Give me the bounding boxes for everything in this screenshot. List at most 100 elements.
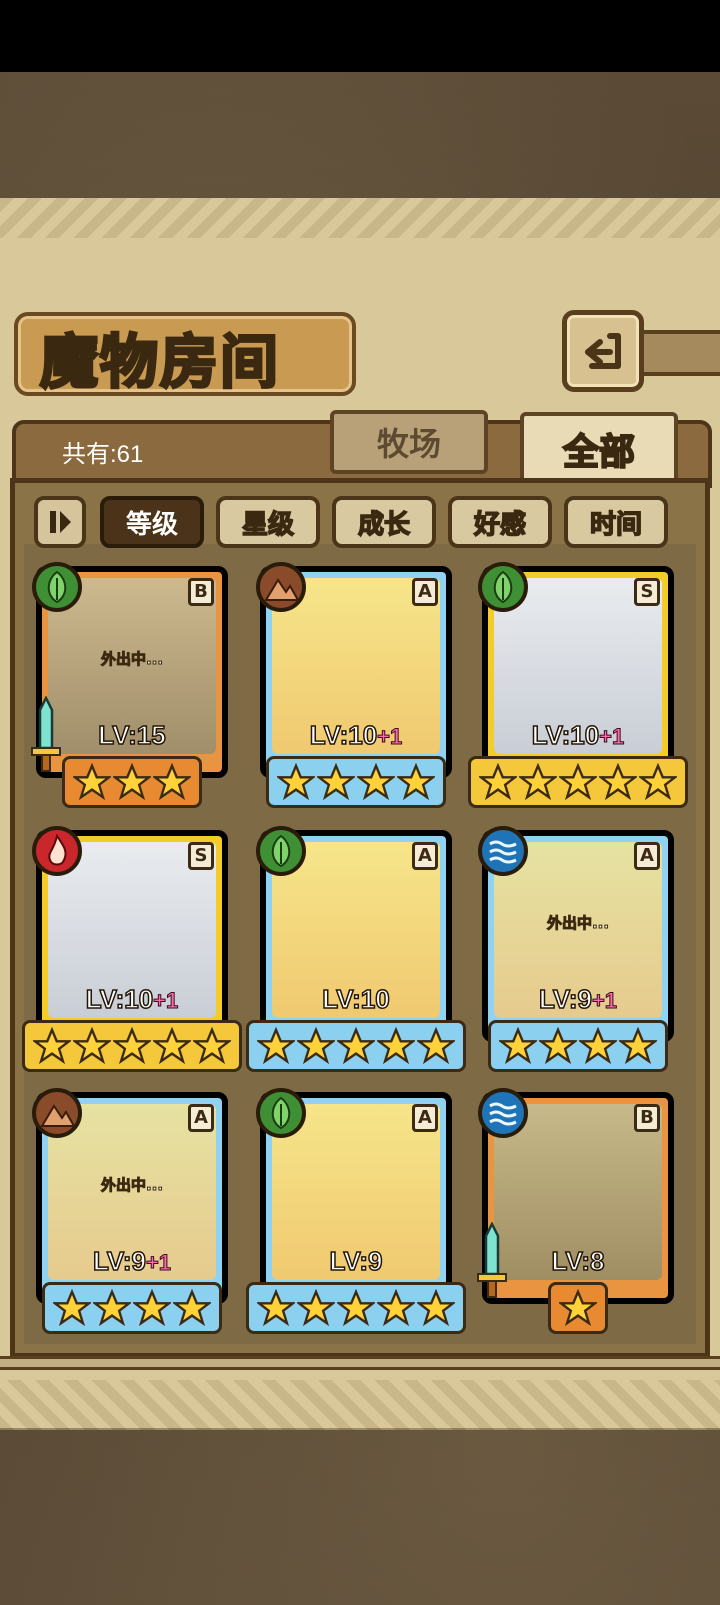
star-icon — [113, 1027, 151, 1065]
star-plate — [246, 1020, 466, 1072]
level-bonus: +1 — [145, 1250, 172, 1276]
away-status: 外出中... — [100, 650, 164, 669]
star-icon — [277, 763, 315, 801]
water-icon — [478, 826, 528, 876]
water-icon — [478, 1088, 528, 1138]
monster-card[interactable]: B LV:8 — [477, 1088, 674, 1338]
rank-badge: A — [412, 1104, 438, 1132]
star-plate — [468, 756, 688, 808]
monster-card[interactable]: B 外出中... LV:15 — [31, 562, 228, 812]
star-icon — [499, 1027, 537, 1065]
star-icon — [133, 1289, 171, 1327]
monster-card[interactable]: A LV:10 — [246, 826, 466, 1076]
back-return-icon — [585, 333, 621, 369]
star-icon — [479, 763, 517, 801]
star-icon — [559, 1289, 597, 1327]
rank-badge: S — [634, 578, 660, 606]
star-icon — [337, 1027, 375, 1065]
star-icon — [377, 1027, 415, 1065]
star-icon — [73, 763, 111, 801]
star-icon — [53, 1289, 91, 1327]
flame-icon — [32, 826, 82, 876]
star-icon — [257, 1289, 295, 1327]
back-button[interactable] — [562, 310, 644, 392]
sort-star-button[interactable]: 星级 — [216, 496, 320, 548]
sort-affection-button[interactable]: 好感 — [448, 496, 552, 548]
level-value: LV:10 — [309, 719, 378, 751]
level-value: LV:9 — [538, 983, 592, 1015]
monster-card[interactable]: A 外出中... LV:9+1 — [32, 1088, 228, 1338]
level-label: LV:10+1 — [482, 719, 674, 751]
star-icon — [599, 763, 637, 801]
monster-card[interactable]: A LV:10+1 — [256, 562, 452, 812]
monster-card[interactable]: S LV:10+1 — [468, 562, 688, 812]
level-value: LV:9 — [329, 1245, 383, 1277]
leaf-icon — [256, 826, 306, 876]
rank-badge: A — [412, 842, 438, 870]
sort-order-toggle[interactable] — [34, 496, 86, 548]
sort-time-button[interactable]: 时间 — [564, 496, 668, 548]
rank-badge: B — [188, 578, 214, 606]
star-icon — [73, 1027, 111, 1065]
mountain-icon — [32, 1088, 82, 1138]
rank-badge: A — [188, 1104, 214, 1132]
level-bonus: +1 — [599, 724, 625, 750]
star-icon — [257, 1027, 295, 1065]
star-icon — [539, 1027, 577, 1065]
level-value: LV:8 — [551, 1245, 605, 1277]
rank-badge: A — [634, 842, 660, 870]
monster-card[interactable]: A 外出中... LV:9+1 — [478, 826, 674, 1076]
star-rating — [482, 1020, 674, 1072]
star-icon — [93, 1289, 131, 1327]
monster-card[interactable]: A LV:9 — [246, 1088, 466, 1338]
star-rating — [482, 1282, 674, 1334]
star-icon — [173, 1289, 211, 1327]
star-plate — [548, 1282, 608, 1334]
star-plate — [42, 1282, 222, 1334]
level-value: LV:10 — [85, 983, 154, 1015]
tab-all[interactable]: 全部 — [520, 412, 678, 486]
star-plate — [246, 1282, 466, 1334]
level-value: LV:10 — [531, 719, 600, 751]
rank-badge: A — [412, 578, 438, 606]
star-icon — [579, 1027, 617, 1065]
leaf-icon — [32, 562, 82, 612]
rank-badge: B — [634, 1104, 660, 1132]
star-rating — [468, 756, 688, 808]
level-bonus: +1 — [153, 988, 179, 1014]
star-plate — [62, 756, 202, 808]
star-rating — [22, 1020, 242, 1072]
sort-level-button[interactable]: 等级 — [100, 496, 204, 548]
back-button-tail — [640, 330, 720, 376]
level-value: LV:9 — [92, 1245, 146, 1277]
star-icon — [317, 763, 355, 801]
star-icon — [153, 1027, 191, 1065]
star-icon — [33, 1027, 71, 1065]
star-icon — [193, 1027, 231, 1065]
star-icon — [357, 763, 395, 801]
star-plate — [266, 756, 446, 808]
level-bonus: +1 — [591, 988, 618, 1014]
star-plate — [488, 1020, 668, 1072]
level-bonus: +1 — [377, 724, 403, 750]
panel-top-edge — [0, 198, 720, 238]
sort-growth-button[interactable]: 成长 — [332, 496, 436, 548]
star-rating — [246, 1020, 466, 1072]
star-icon — [417, 1027, 455, 1065]
mountain-icon — [256, 562, 306, 612]
star-icon — [619, 1027, 657, 1065]
level-label: LV:10+1 — [260, 719, 452, 751]
page-title: 魔物房间 — [38, 327, 281, 398]
star-rating — [36, 756, 228, 808]
monster-card[interactable]: S LV:10+1 — [22, 826, 242, 1076]
star-icon — [397, 763, 435, 801]
tab-ranch[interactable]: 牧场 — [330, 410, 488, 474]
level-label: LV:9 — [260, 1245, 452, 1277]
star-icon — [519, 763, 557, 801]
bottom-rail — [0, 1356, 720, 1370]
rank-badge: S — [188, 842, 214, 870]
level-value: LV:15 — [98, 719, 167, 751]
panel-bottom-edge — [0, 1380, 720, 1430]
level-label: LV:10 — [260, 983, 452, 1015]
star-icon — [559, 763, 597, 801]
